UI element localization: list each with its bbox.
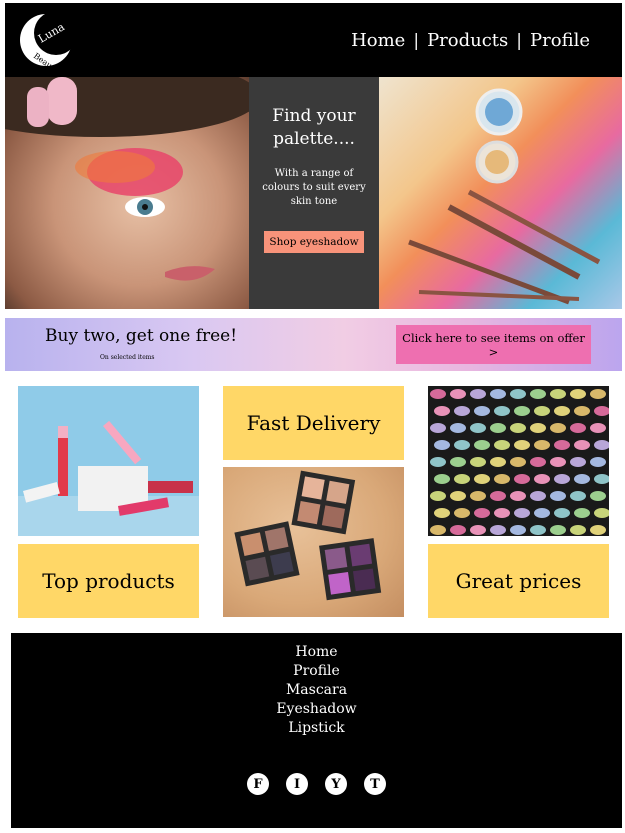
footer-link-eyeshadow[interactable]: Eyeshadow [11, 700, 622, 719]
great-prices-tile[interactable]: Great prices [428, 544, 609, 618]
site-footer: Home Profile Mascara Eyeshadow Lipstick … [11, 633, 622, 828]
facebook-icon[interactable]: F [247, 773, 269, 795]
nav-profile[interactable]: Profile [530, 30, 590, 51]
hero-subtitle: With a range of colours to suit every sk… [262, 168, 366, 207]
nav-products[interactable]: Products [427, 30, 508, 51]
main-nav: Home | Products | Profile [351, 30, 590, 51]
hero-section: Find your palette.... With a range of co… [5, 77, 622, 309]
youtube-icon[interactable]: Y [325, 773, 347, 795]
fast-delivery-tile[interactable]: Fast Delivery [223, 386, 404, 460]
footer-link-profile[interactable]: Profile [11, 662, 622, 681]
shop-eyeshadow-button[interactable]: Shop eyeshadow [264, 231, 364, 253]
nav-separator: | [413, 30, 420, 51]
twitter-icon[interactable]: T [364, 773, 386, 795]
promo-title: Buy two, get one free! [45, 326, 238, 346]
footer-link-home[interactable]: Home [11, 643, 622, 662]
instagram-icon[interactable]: I [286, 773, 308, 795]
eyeshadow-palette-image[interactable] [223, 467, 404, 617]
hero-title: Find your palette.... [272, 106, 356, 149]
promo-banner: Buy two, get one free! On selected items… [5, 318, 622, 371]
lipstick-product-image[interactable] [18, 386, 199, 536]
top-products-tile[interactable]: Top products [18, 544, 199, 618]
footer-link-lipstick[interactable]: Lipstick [11, 719, 622, 738]
hero-powder-image [379, 77, 622, 309]
see-offers-button[interactable]: Click here to see items on offer > [396, 325, 591, 364]
nav-home[interactable]: Home [351, 30, 405, 51]
hero-model-image [5, 77, 249, 309]
promo-subtitle: On selected items [100, 354, 155, 361]
site-header: Luna Beauty Home | Products | Profile [5, 3, 622, 77]
social-links: F I Y T [247, 773, 386, 795]
footer-links: Home Profile Mascara Eyeshadow Lipstick [11, 643, 622, 738]
hero-text-panel: Find your palette.... With a range of co… [249, 77, 379, 309]
footer-link-mascara[interactable]: Mascara [11, 681, 622, 700]
nav-separator: | [516, 30, 523, 51]
luna-beauty-logo[interactable]: Luna Beauty [19, 13, 73, 67]
eyeshadow-pans-image[interactable] [428, 386, 609, 536]
